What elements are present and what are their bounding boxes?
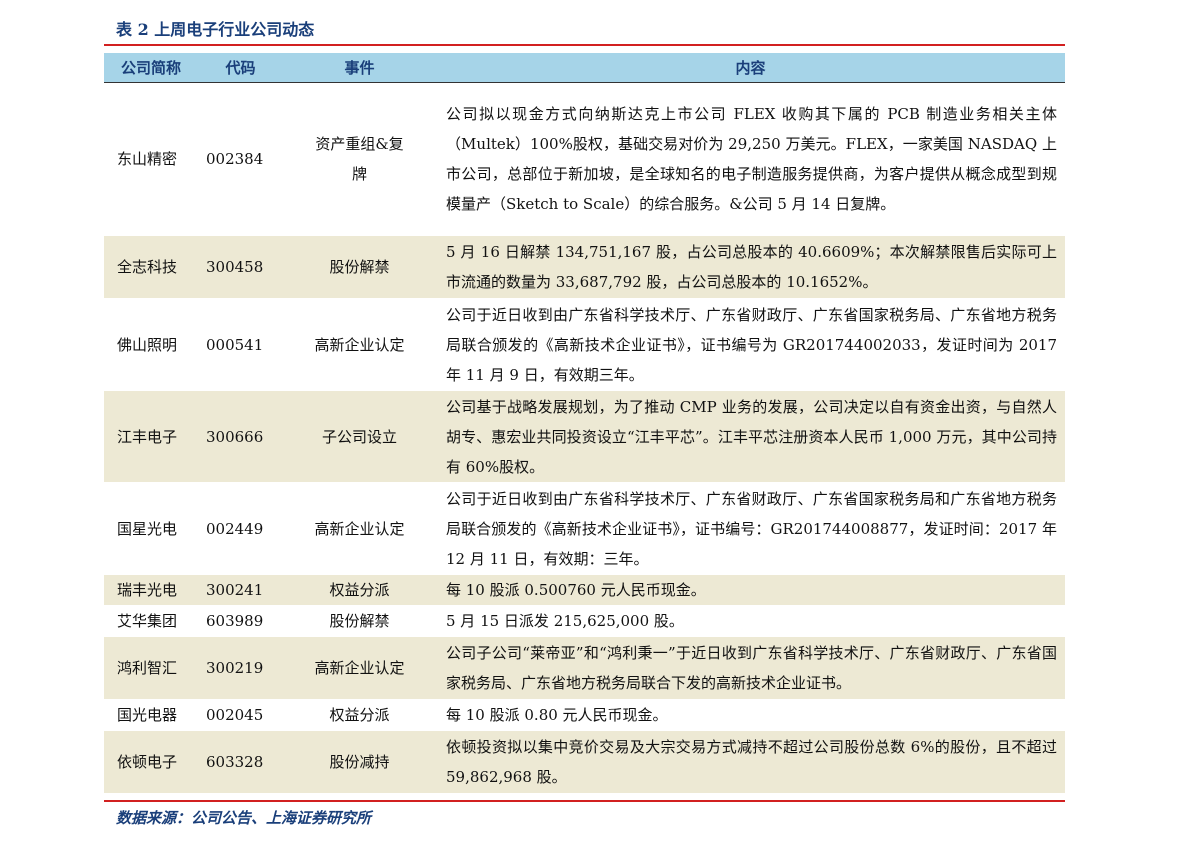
cell-name: 瑞丰光电 <box>104 574 198 606</box>
header-content: 内容 <box>436 53 1065 83</box>
cell-content: 公司于近日收到由广东省科学技术厅、广东省财政厅、广东省国家税务局和广东省地方税务… <box>436 482 1065 575</box>
header-row: 公司简称 代码 事件 内容 <box>104 53 1065 83</box>
cell-name: 依顿电子 <box>104 730 198 794</box>
cell-name: 江丰电子 <box>104 390 198 483</box>
table-row: 鸿利智汇 300219 高新企业认定 公司子公司“莱帝亚”和“鸿利秉一”于近日收… <box>104 636 1065 700</box>
header-event: 事件 <box>283 53 436 83</box>
cell-event: 高新企业认定 <box>283 298 436 391</box>
cell-name: 佛山照明 <box>104 298 198 391</box>
cell-content: 公司基于战略发展规划，为了推动 CMP 业务的发展，公司决定以自有资金出资，与自… <box>436 390 1065 483</box>
cell-code: 300458 <box>198 235 283 299</box>
cell-event: 资产重组&复牌 <box>283 82 436 236</box>
cell-code: 002449 <box>198 482 283 575</box>
top-rule <box>104 44 1065 46</box>
cell-content: 每 10 股派 0.500760 元人民币现金。 <box>436 574 1065 606</box>
table-row: 全志科技 300458 股份解禁 5 月 16 日解禁 134,751,167 … <box>104 235 1065 299</box>
cell-event: 股份减持 <box>283 730 436 794</box>
table-row: 瑞丰光电 300241 权益分派 每 10 股派 0.500760 元人民币现金… <box>104 574 1065 606</box>
cell-event: 高新企业认定 <box>283 636 436 700</box>
cell-content: 每 10 股派 0.80 元人民币现金。 <box>436 699 1065 731</box>
cell-code: 002045 <box>198 699 283 731</box>
cell-code: 300219 <box>198 636 283 700</box>
table-title: 表 2 上周电子行业公司动态 <box>116 20 315 39</box>
cell-content: 公司拟以现金方式向纳斯达克上市公司 FLEX 收购其下属的 PCB 制造业务相关… <box>436 82 1065 236</box>
cell-code: 300666 <box>198 390 283 483</box>
table-row: 艾华集团 603989 股份解禁 5 月 15 日派发 215,625,000 … <box>104 605 1065 637</box>
source-note: 数据来源：公司公告、上海证券研究所 <box>116 809 372 827</box>
cell-code: 603989 <box>198 605 283 637</box>
header-code: 代码 <box>198 53 283 83</box>
cell-code: 603328 <box>198 730 283 794</box>
cell-event: 股份解禁 <box>283 235 436 299</box>
cell-name: 全志科技 <box>104 235 198 299</box>
cell-event: 权益分派 <box>283 574 436 606</box>
cell-code: 300241 <box>198 574 283 606</box>
cell-content: 公司于近日收到由广东省科学技术厅、广东省财政厅、广东省国家税务局、广东省地方税务… <box>436 298 1065 391</box>
cell-name: 鸿利智汇 <box>104 636 198 700</box>
cell-content: 公司子公司“莱帝亚”和“鸿利秉一”于近日收到广东省科学技术厅、广东省财政厅、广东… <box>436 636 1065 700</box>
cell-name: 国光电器 <box>104 699 198 731</box>
cell-name: 艾华集团 <box>104 605 198 637</box>
bottom-rule <box>104 800 1065 802</box>
cell-event: 子公司设立 <box>283 390 436 483</box>
cell-name: 国星光电 <box>104 482 198 575</box>
cell-name: 东山精密 <box>104 82 198 236</box>
cell-event: 股份解禁 <box>283 605 436 637</box>
cell-event: 权益分派 <box>283 699 436 731</box>
header-name: 公司简称 <box>104 53 198 83</box>
cell-code: 002384 <box>198 82 283 236</box>
company-news-table: 公司简称 代码 事件 内容 东山精密 002384 资产重组&复牌 公司拟以现金… <box>104 53 1065 794</box>
cell-content: 5 月 16 日解禁 134,751,167 股，占公司总股本的 40.6609… <box>436 235 1065 299</box>
cell-event: 高新企业认定 <box>283 482 436 575</box>
table-row: 东山精密 002384 资产重组&复牌 公司拟以现金方式向纳斯达克上市公司 FL… <box>104 82 1065 236</box>
cell-content: 5 月 15 日派发 215,625,000 股。 <box>436 605 1065 637</box>
table-row: 国星光电 002449 高新企业认定 公司于近日收到由广东省科学技术厅、广东省财… <box>104 482 1065 575</box>
table-row: 佛山照明 000541 高新企业认定 公司于近日收到由广东省科学技术厅、广东省财… <box>104 298 1065 391</box>
cell-code: 000541 <box>198 298 283 391</box>
table-row: 国光电器 002045 权益分派 每 10 股派 0.80 元人民币现金。 <box>104 699 1065 731</box>
table-row: 江丰电子 300666 子公司设立 公司基于战略发展规划，为了推动 CMP 业务… <box>104 390 1065 483</box>
cell-content: 依顿投资拟以集中竞价交易及大宗交易方式减持不超过公司股份总数 6%的股份，且不超… <box>436 730 1065 794</box>
table-row: 依顿电子 603328 股份减持 依顿投资拟以集中竞价交易及大宗交易方式减持不超… <box>104 730 1065 794</box>
